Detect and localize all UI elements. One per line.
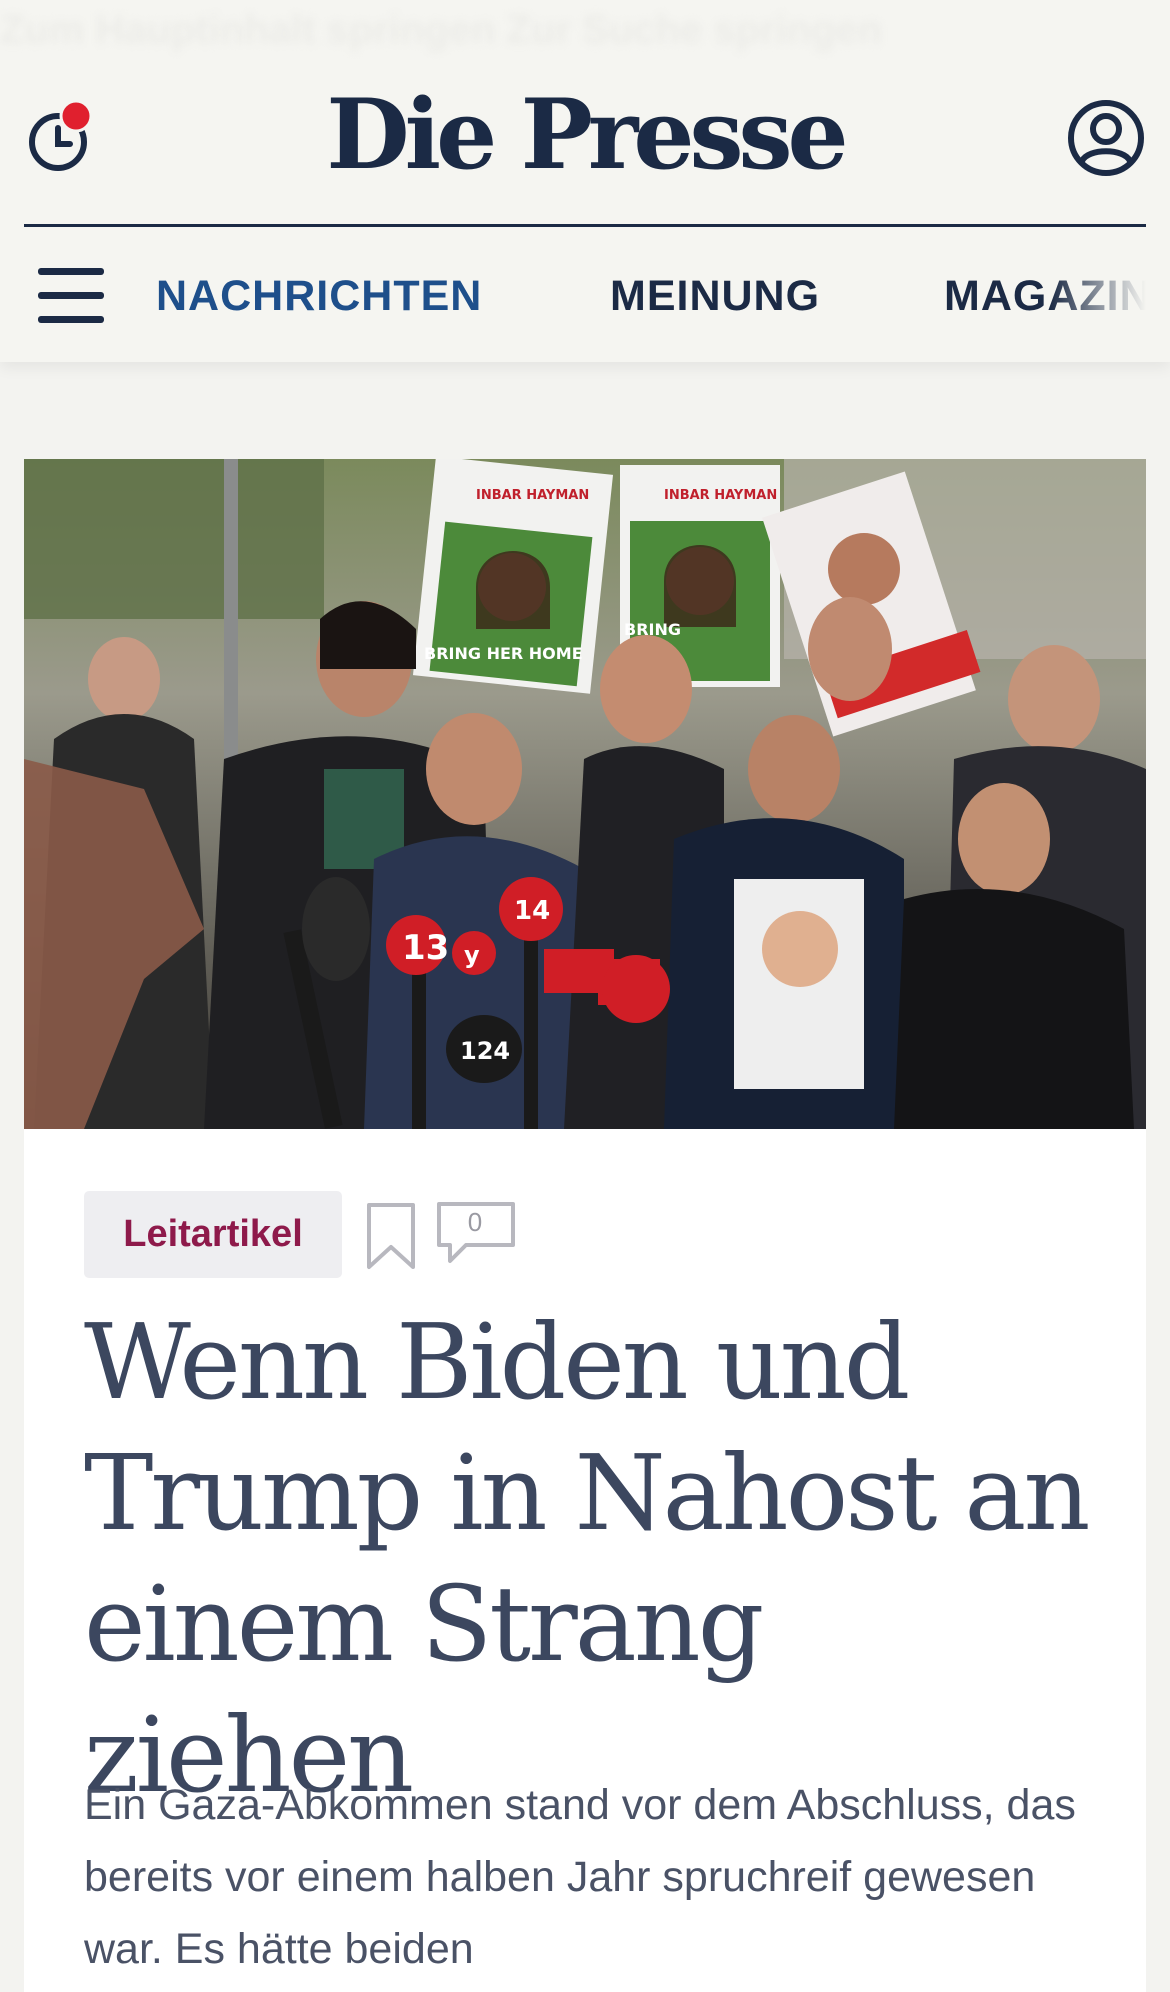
hero-image[interactable]: INBAR HAYMAN BRING HER HOME INBAR HAYMAN…: [24, 459, 1146, 1129]
header-divider: [24, 224, 1146, 227]
sign-1-caption: BRING HER HOME: [424, 644, 583, 663]
comment-count: 0: [467, 1207, 483, 1237]
site-logo[interactable]: Die Presse: [0, 80, 1170, 190]
nav-scroll-fade: [1050, 260, 1170, 332]
bookmark-button[interactable]: [365, 1201, 417, 1273]
account-button[interactable]: [1066, 98, 1146, 178]
main-nav: NACHRICHTEN MEINUNG MAGAZIN: [0, 268, 1170, 324]
mic-label-4: y: [464, 941, 480, 969]
sign-1-name: INBAR HAYMAN: [476, 488, 589, 503]
mic-label-1: 13: [402, 928, 449, 968]
user-circle-icon: [1068, 100, 1144, 176]
article-lead: Ein Gaza-Abkommen stand vor dem Abschlus…: [84, 1781, 1076, 1973]
skip-links-ghost: Zum Hauptinhalt springen Zur Suche sprin…: [0, 8, 1170, 53]
nav-item-meinung[interactable]: MEINUNG: [610, 268, 820, 324]
nav-item-nachrichten[interactable]: NACHRICHTEN: [156, 268, 482, 324]
mic-label-3: 124: [460, 1037, 510, 1065]
category-tag[interactable]: Leitartikel: [84, 1191, 342, 1278]
site-header: Zum Hauptinhalt springen Zur Suche sprin…: [0, 0, 1170, 362]
mic-label-2: 14: [514, 896, 550, 926]
sign-2-name: INBAR HAYMAN: [664, 488, 777, 503]
article-headline[interactable]: Wenn Biden und Trump in Nahost an einem …: [84, 1297, 1094, 1821]
article-card: Leitartikel 0 Wenn Biden und Trump in Na…: [24, 1129, 1146, 1992]
skip-links-text: Zum Hauptinhalt springen Zur Suche sprin…: [0, 8, 883, 52]
hero-photo-illustration: INBAR HAYMAN BRING HER HOME INBAR HAYMAN…: [24, 459, 1146, 1129]
comments-button[interactable]: 0: [436, 1201, 516, 1265]
bookmark-icon: [367, 1203, 415, 1269]
